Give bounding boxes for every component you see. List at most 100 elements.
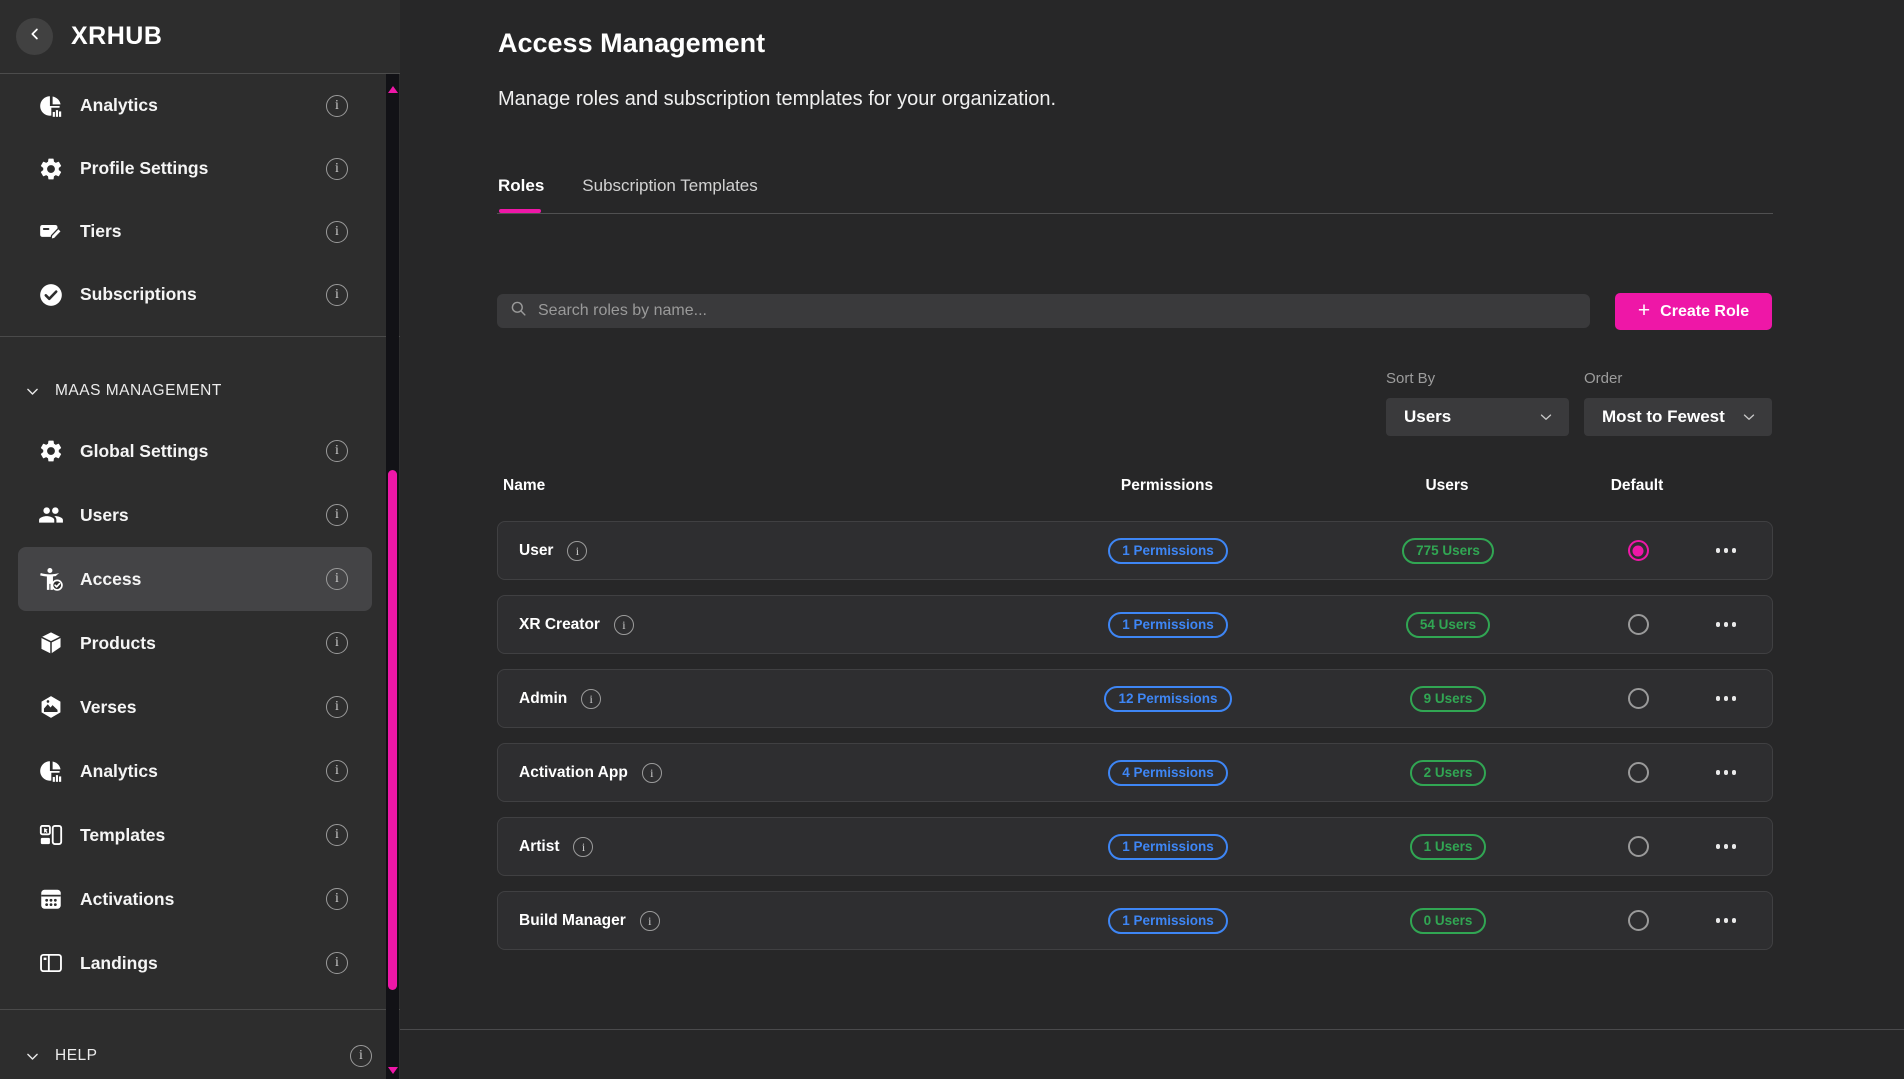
tiers-icon (38, 219, 64, 245)
tab-subscription-templates[interactable]: Subscription Templates (582, 176, 757, 196)
sidebar-item-analytics[interactable]: Analytics (18, 74, 372, 137)
sidebar-item-activations[interactable]: Activations (18, 867, 372, 931)
info-icon[interactable] (326, 95, 348, 117)
order-select[interactable]: Most to Fewest (1584, 398, 1772, 436)
sort-by-select[interactable]: Users (1386, 398, 1569, 436)
column-header-permissions: Permissions (1037, 477, 1297, 495)
default-radio[interactable] (1628, 688, 1649, 709)
default-radio[interactable] (1628, 762, 1649, 783)
app-logo: XRHUB (71, 22, 162, 51)
main-content: Access Management Manage roles and subsc… (400, 0, 1904, 1079)
info-icon[interactable] (326, 824, 348, 846)
default-radio[interactable] (1628, 910, 1649, 931)
info-icon[interactable] (326, 696, 348, 718)
info-icon[interactable] (642, 763, 662, 783)
column-header-name: Name (497, 477, 1037, 495)
collapse-sidebar-button[interactable] (16, 18, 53, 55)
calendar-icon (38, 886, 64, 912)
role-name: Activation App (519, 764, 628, 782)
users-badge: 775 Users (1402, 538, 1494, 564)
check-circle-icon (38, 282, 64, 308)
sidebar-section-help[interactable]: HELP (24, 1028, 372, 1079)
permissions-badge[interactable]: 1 Permissions (1108, 612, 1228, 638)
search-icon (509, 299, 528, 323)
users-badge: 0 Users (1410, 908, 1487, 934)
info-icon[interactable] (326, 440, 348, 462)
table-row: User 1 Permissions 775 Users (497, 521, 1773, 580)
sidebar-item-templates[interactable]: Templates (18, 803, 372, 867)
sidebar-item-profile-settings[interactable]: Profile Settings (18, 137, 372, 200)
role-name: Artist (519, 838, 559, 856)
tab-roles[interactable]: Roles (498, 176, 544, 196)
info-icon[interactable] (326, 568, 348, 590)
info-icon[interactable] (326, 632, 348, 654)
info-icon[interactable] (614, 615, 634, 635)
sidebar-item-users[interactable]: Users (18, 483, 372, 547)
info-icon[interactable] (326, 760, 348, 782)
permissions-badge[interactable]: 1 Permissions (1108, 538, 1228, 564)
table-row: Activation App 4 Permissions 2 Users (497, 743, 1773, 802)
info-icon[interactable] (326, 158, 348, 180)
row-actions-menu[interactable] (1712, 616, 1741, 633)
landings-icon (38, 950, 64, 976)
info-icon[interactable] (326, 221, 348, 243)
sidebar-item-tiers[interactable]: Tiers (18, 200, 372, 263)
tab-bar: Roles Subscription Templates (498, 176, 758, 196)
permissions-badge[interactable]: 4 Permissions (1108, 760, 1228, 786)
info-icon[interactable] (326, 952, 348, 974)
default-radio[interactable] (1628, 614, 1649, 635)
permissions-badge[interactable]: 1 Permissions (1108, 834, 1228, 860)
verses-icon (38, 694, 64, 720)
sidebar-scrollbar[interactable] (386, 74, 399, 1079)
default-radio[interactable] (1628, 540, 1649, 561)
default-radio[interactable] (1628, 836, 1649, 857)
permissions-badge[interactable]: 1 Permissions (1108, 908, 1228, 934)
analytics-icon (38, 93, 64, 119)
sidebar-item-access[interactable]: Access (18, 547, 372, 611)
role-name: Build Manager (519, 912, 626, 930)
gear-icon (38, 438, 64, 464)
scroll-up-arrow-icon[interactable] (388, 86, 398, 93)
info-icon[interactable] (326, 504, 348, 526)
info-icon[interactable] (573, 837, 593, 857)
info-icon[interactable] (640, 911, 660, 931)
sidebar-item-global-settings[interactable]: Global Settings (18, 419, 372, 483)
sidebar-item-analytics[interactable]: Analytics (18, 739, 372, 803)
sidebar-item-landings[interactable]: Landings (18, 931, 372, 995)
create-role-button[interactable]: + Create Role (1615, 293, 1772, 330)
search-input[interactable] (538, 302, 1578, 320)
row-actions-menu[interactable] (1712, 838, 1741, 855)
users-badge: 9 Users (1410, 686, 1487, 712)
info-icon[interactable] (350, 1045, 372, 1067)
plus-icon: + (1638, 300, 1650, 321)
permissions-badge[interactable]: 12 Permissions (1104, 686, 1231, 712)
sidebar-item-subscriptions[interactable]: Subscriptions (18, 263, 372, 326)
users-badge: 2 Users (1410, 760, 1487, 786)
row-actions-menu[interactable] (1712, 690, 1741, 707)
scrollbar-thumb[interactable] (388, 470, 397, 990)
page-title: Access Management (498, 28, 765, 59)
sidebar-header: XRHUB (0, 0, 400, 74)
order-label: Order (1584, 370, 1622, 387)
sidebar-section-maas-management[interactable]: MAAS MANAGEMENT (24, 363, 372, 419)
role-name: XR Creator (519, 616, 600, 634)
gear-icon (38, 156, 64, 182)
info-icon[interactable] (326, 284, 348, 306)
row-actions-menu[interactable] (1712, 542, 1741, 559)
chevron-down-icon (1537, 408, 1555, 426)
chevron-left-icon (26, 25, 44, 48)
footer-divider (400, 1029, 1904, 1030)
row-actions-menu[interactable] (1712, 764, 1741, 781)
chevron-down-icon (1740, 408, 1758, 426)
table-row: Build Manager 1 Permissions 0 Users (497, 891, 1773, 950)
sidebar-item-verses[interactable]: Verses (18, 675, 372, 739)
info-icon[interactable] (326, 888, 348, 910)
info-icon[interactable] (567, 541, 587, 561)
role-name: Admin (519, 690, 567, 708)
tabs-divider (497, 213, 1773, 214)
chevron-down-icon (24, 1048, 41, 1065)
info-icon[interactable] (581, 689, 601, 709)
sidebar-item-products[interactable]: Products (18, 611, 372, 675)
scroll-down-arrow-icon[interactable] (388, 1067, 398, 1074)
row-actions-menu[interactable] (1712, 912, 1741, 929)
